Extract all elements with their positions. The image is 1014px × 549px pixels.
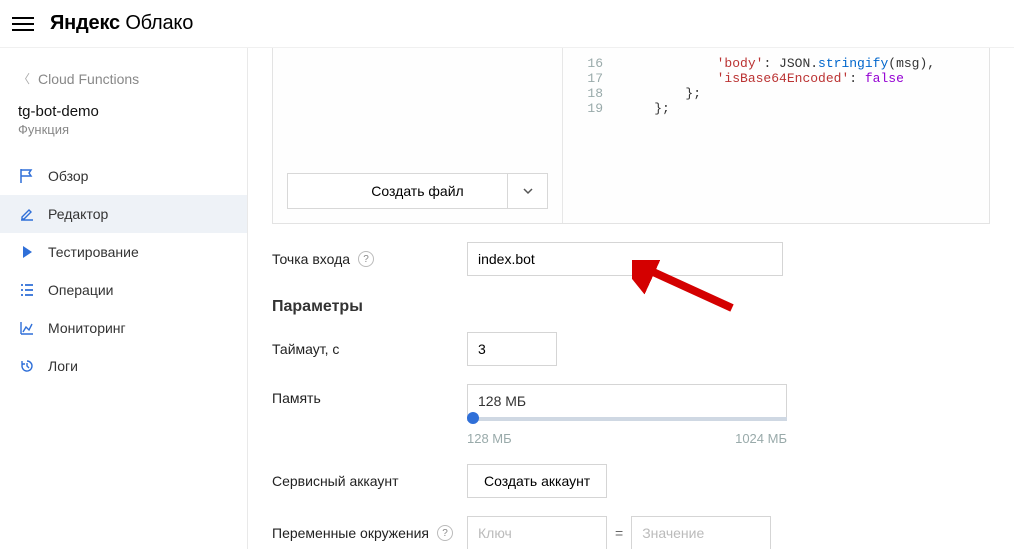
- history-icon: [18, 357, 36, 375]
- sidebar-nav: Обзор Редактор Тестирование Операции Мон…: [0, 157, 247, 385]
- edit-icon: [18, 205, 36, 223]
- help-icon[interactable]: ?: [358, 251, 374, 267]
- timeout-label: Таймаут, с: [272, 341, 467, 357]
- sidebar-item-logs[interactable]: Логи: [0, 347, 247, 385]
- env-value-input[interactable]: [631, 516, 771, 549]
- sidebar-item-overview[interactable]: Обзор: [0, 157, 247, 195]
- sidebar-item-operations[interactable]: Операции: [0, 271, 247, 309]
- entry-point-input[interactable]: [467, 242, 783, 276]
- memory-row: Память 128 МБ 128 МБ 1024 МБ: [272, 384, 990, 446]
- breadcrumb-back[interactable]: 〈 Cloud Functions: [0, 64, 247, 103]
- code-pane: Создать файл 16 'body': JSON.stringify(m…: [272, 48, 990, 224]
- env-vars-label: Переменные окружения ?: [272, 525, 467, 541]
- entry-point-label: Точка входа ?: [272, 251, 467, 267]
- sidebar: 〈 Cloud Functions tg-bot-demo Функция Об…: [0, 48, 248, 549]
- help-icon[interactable]: ?: [437, 525, 453, 541]
- create-file-button[interactable]: Создать файл: [287, 173, 548, 209]
- slider-handle[interactable]: [467, 412, 479, 424]
- resource-kind: Функция: [0, 122, 247, 151]
- resource-name: tg-bot-demo: [0, 103, 247, 120]
- flag-icon: [18, 167, 36, 185]
- list-icon: [18, 281, 36, 299]
- play-icon: [18, 243, 36, 261]
- hamburger-menu-icon[interactable]: [12, 13, 34, 35]
- memory-label: Память: [272, 384, 467, 406]
- timeout-row: Таймаут, с ✕: [272, 332, 990, 366]
- breadcrumb-label: Cloud Functions: [38, 71, 139, 87]
- entry-point-row: Точка входа ? ✕: [272, 242, 990, 276]
- env-key-input[interactable]: [467, 516, 607, 549]
- create-account-button[interactable]: Создать аккаунт: [467, 464, 607, 498]
- chevron-left-icon: 〈: [18, 70, 30, 87]
- editor-form: Точка входа ? ✕ Параметры Таймаут, с ✕ П…: [272, 242, 990, 549]
- file-tree-panel: Создать файл: [273, 48, 563, 223]
- params-heading: Параметры: [272, 298, 990, 316]
- brand-logo[interactable]: Яндекс Облако: [50, 12, 193, 35]
- chevron-down-icon[interactable]: [507, 174, 547, 208]
- memory-value: 128 МБ: [467, 384, 787, 418]
- sidebar-item-testing[interactable]: Тестирование: [0, 233, 247, 271]
- code-editor[interactable]: 16 'body': JSON.stringify(msg),17 'isBas…: [563, 48, 989, 223]
- timeout-input[interactable]: [467, 332, 557, 366]
- service-account-label: Сервисный аккаунт: [272, 473, 467, 489]
- sidebar-item-monitoring[interactable]: Мониторинг: [0, 309, 247, 347]
- service-account-row: Сервисный аккаунт Создать аккаунт: [272, 464, 990, 498]
- chart-icon: [18, 319, 36, 337]
- memory-slider[interactable]: [467, 417, 787, 421]
- sidebar-item-editor[interactable]: Редактор: [0, 195, 247, 233]
- env-vars-row: Переменные окружения ? =: [272, 516, 990, 549]
- equals-sign: =: [615, 525, 623, 541]
- topbar: Яндекс Облако: [0, 0, 1014, 48]
- main-content: Создать файл 16 'body': JSON.stringify(m…: [248, 48, 1014, 549]
- memory-scale: 128 МБ 1024 МБ: [467, 431, 787, 446]
